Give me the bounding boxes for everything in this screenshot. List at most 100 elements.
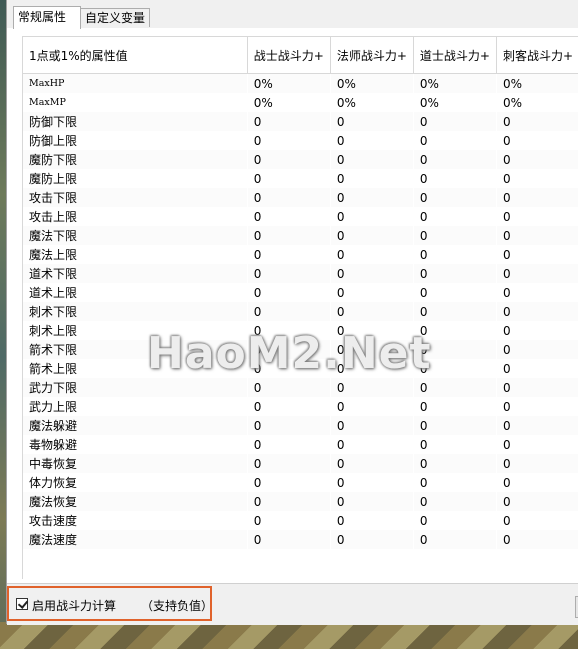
- table-row[interactable]: 防御下限 0 0 0 0: [23, 112, 578, 131]
- row-value-cell[interactable]: 0: [413, 264, 497, 283]
- row-value-cell[interactable]: 0%: [330, 93, 413, 112]
- row-value-cell[interactable]: 0: [496, 131, 578, 150]
- table-row[interactable]: 刺术下限 0 0 0 0: [23, 302, 578, 321]
- row-value-cell[interactable]: 0: [330, 321, 413, 340]
- table-row[interactable]: 魔法速度 0 0 0 0: [23, 530, 578, 549]
- row-value-cell[interactable]: 0: [413, 283, 496, 302]
- row-value-cell[interactable]: 0: [496, 321, 578, 340]
- table-row[interactable]: 武力上限 0 0 0 0: [23, 397, 578, 416]
- row-value-cell[interactable]: 0: [247, 131, 330, 150]
- row-value-cell[interactable]: 0: [247, 435, 330, 454]
- row-value-cell[interactable]: 0: [413, 245, 496, 264]
- enable-power-calc-checkbox[interactable]: [16, 598, 28, 610]
- column-header-attribute[interactable]: 1点或1%的属性值: [23, 37, 248, 74]
- row-value-cell[interactable]: 0%: [330, 73, 414, 93]
- row-value-cell[interactable]: 0: [496, 112, 578, 131]
- table-row[interactable]: 攻击下限 0 0 0 0: [23, 188, 578, 207]
- row-value-cell[interactable]: 0: [330, 359, 413, 378]
- table-row[interactable]: 毒物躲避 0 0 0 0: [23, 435, 578, 454]
- table-row[interactable]: 攻击速度 0 0 0 0: [23, 511, 578, 530]
- row-value-cell[interactable]: 0: [330, 473, 413, 492]
- row-value-cell[interactable]: 0: [496, 397, 578, 416]
- column-header-taoist[interactable]: 道士战斗力+: [413, 37, 497, 74]
- row-value-cell[interactable]: 0: [247, 207, 330, 226]
- table-row[interactable]: 箭术上限 0 0 0 0: [23, 359, 578, 378]
- row-value-cell[interactable]: 0: [247, 245, 330, 264]
- row-value-cell[interactable]: 0: [247, 397, 330, 416]
- row-value-cell[interactable]: 0: [496, 188, 578, 207]
- row-value-cell[interactable]: 0: [330, 302, 414, 321]
- table-row[interactable]: 魔法上限 0 0 0 0: [23, 245, 578, 264]
- row-value-cell[interactable]: 0%: [247, 73, 331, 93]
- row-value-cell[interactable]: 0: [247, 530, 331, 549]
- table-row[interactable]: 防御上限 0 0 0 0: [23, 131, 578, 150]
- row-value-cell[interactable]: 0: [330, 397, 413, 416]
- row-value-cell[interactable]: 0: [413, 492, 497, 511]
- row-value-cell[interactable]: 0: [330, 188, 414, 207]
- row-value-cell[interactable]: 0: [413, 321, 496, 340]
- row-value-cell[interactable]: 0: [413, 416, 497, 435]
- row-value-cell[interactable]: 0: [330, 112, 414, 131]
- row-value-cell[interactable]: 0: [496, 511, 578, 530]
- row-value-cell[interactable]: 0: [247, 454, 331, 473]
- row-value-cell[interactable]: 0: [496, 492, 578, 511]
- row-value-cell[interactable]: 0: [496, 454, 578, 473]
- row-value-cell[interactable]: 0: [330, 340, 414, 359]
- row-value-cell[interactable]: 0: [413, 511, 496, 530]
- row-value-cell[interactable]: 0: [413, 302, 497, 321]
- row-value-cell[interactable]: 0: [413, 340, 497, 359]
- row-value-cell[interactable]: 0: [330, 245, 413, 264]
- table-row[interactable]: 道术上限 0 0 0 0: [23, 283, 578, 302]
- row-value-cell[interactable]: 0: [247, 416, 331, 435]
- row-value-cell[interactable]: 0: [496, 359, 578, 378]
- column-header-warrior[interactable]: 战士战斗力+: [247, 37, 331, 74]
- row-value-cell[interactable]: 0: [247, 150, 331, 169]
- row-value-cell[interactable]: 0: [247, 511, 330, 530]
- row-value-cell[interactable]: 0: [496, 169, 578, 188]
- row-value-cell[interactable]: 0: [496, 416, 578, 435]
- row-value-cell[interactable]: 0: [247, 359, 330, 378]
- row-value-cell[interactable]: 0: [496, 530, 578, 549]
- row-value-cell[interactable]: 0%: [496, 73, 578, 93]
- row-value-cell[interactable]: 0: [247, 492, 331, 511]
- row-value-cell[interactable]: 0: [330, 283, 413, 302]
- row-value-cell[interactable]: 0: [330, 150, 414, 169]
- enable-power-calc-label[interactable]: 启用战斗力计算: [32, 597, 116, 614]
- row-value-cell[interactable]: 0%: [496, 93, 578, 112]
- row-value-cell[interactable]: 0: [330, 530, 414, 549]
- row-value-cell[interactable]: 0: [247, 321, 330, 340]
- row-value-cell[interactable]: 0: [247, 340, 331, 359]
- table-row[interactable]: 中毒恢复 0 0 0 0: [23, 454, 578, 473]
- row-value-cell[interactable]: 0: [247, 226, 331, 245]
- row-value-cell[interactable]: 0: [496, 207, 578, 226]
- row-value-cell[interactable]: 0: [330, 511, 413, 530]
- table-row[interactable]: 攻击上限 0 0 0 0: [23, 207, 578, 226]
- row-value-cell[interactable]: 0: [247, 264, 331, 283]
- row-value-cell[interactable]: 0: [413, 226, 497, 245]
- row-value-cell[interactable]: 0: [330, 264, 414, 283]
- row-value-cell[interactable]: 0: [247, 283, 330, 302]
- row-value-cell[interactable]: 0: [496, 302, 578, 321]
- column-header-assassin[interactable]: 刺客战斗力+: [496, 37, 578, 74]
- row-value-cell[interactable]: 0: [413, 435, 496, 454]
- table-row[interactable]: 道术下限 0 0 0 0: [23, 264, 578, 283]
- row-value-cell[interactable]: 0: [330, 207, 413, 226]
- table-row[interactable]: 刺术上限 0 0 0 0: [23, 321, 578, 340]
- row-value-cell[interactable]: 0: [413, 150, 497, 169]
- row-value-cell[interactable]: 0%: [413, 93, 496, 112]
- row-value-cell[interactable]: 0: [496, 340, 578, 359]
- table-row[interactable]: MaxMP 0% 0% 0% 0%: [23, 93, 578, 112]
- table-row[interactable]: 魔法恢复 0 0 0 0: [23, 492, 578, 511]
- row-value-cell[interactable]: 0: [330, 131, 413, 150]
- table-row[interactable]: 魔防上限 0 0 0 0: [23, 169, 578, 188]
- row-value-cell[interactable]: 0: [496, 264, 578, 283]
- row-value-cell[interactable]: 0: [330, 378, 414, 397]
- tab-general-properties[interactable]: 常规属性: [13, 6, 81, 29]
- row-value-cell[interactable]: 0: [247, 473, 330, 492]
- row-value-cell[interactable]: 0: [496, 150, 578, 169]
- row-value-cell[interactable]: 0: [247, 188, 331, 207]
- row-value-cell[interactable]: 0: [496, 283, 578, 302]
- column-header-mage[interactable]: 法师战斗力+: [330, 37, 414, 74]
- row-value-cell[interactable]: 0: [413, 188, 497, 207]
- row-value-cell[interactable]: 0: [247, 378, 331, 397]
